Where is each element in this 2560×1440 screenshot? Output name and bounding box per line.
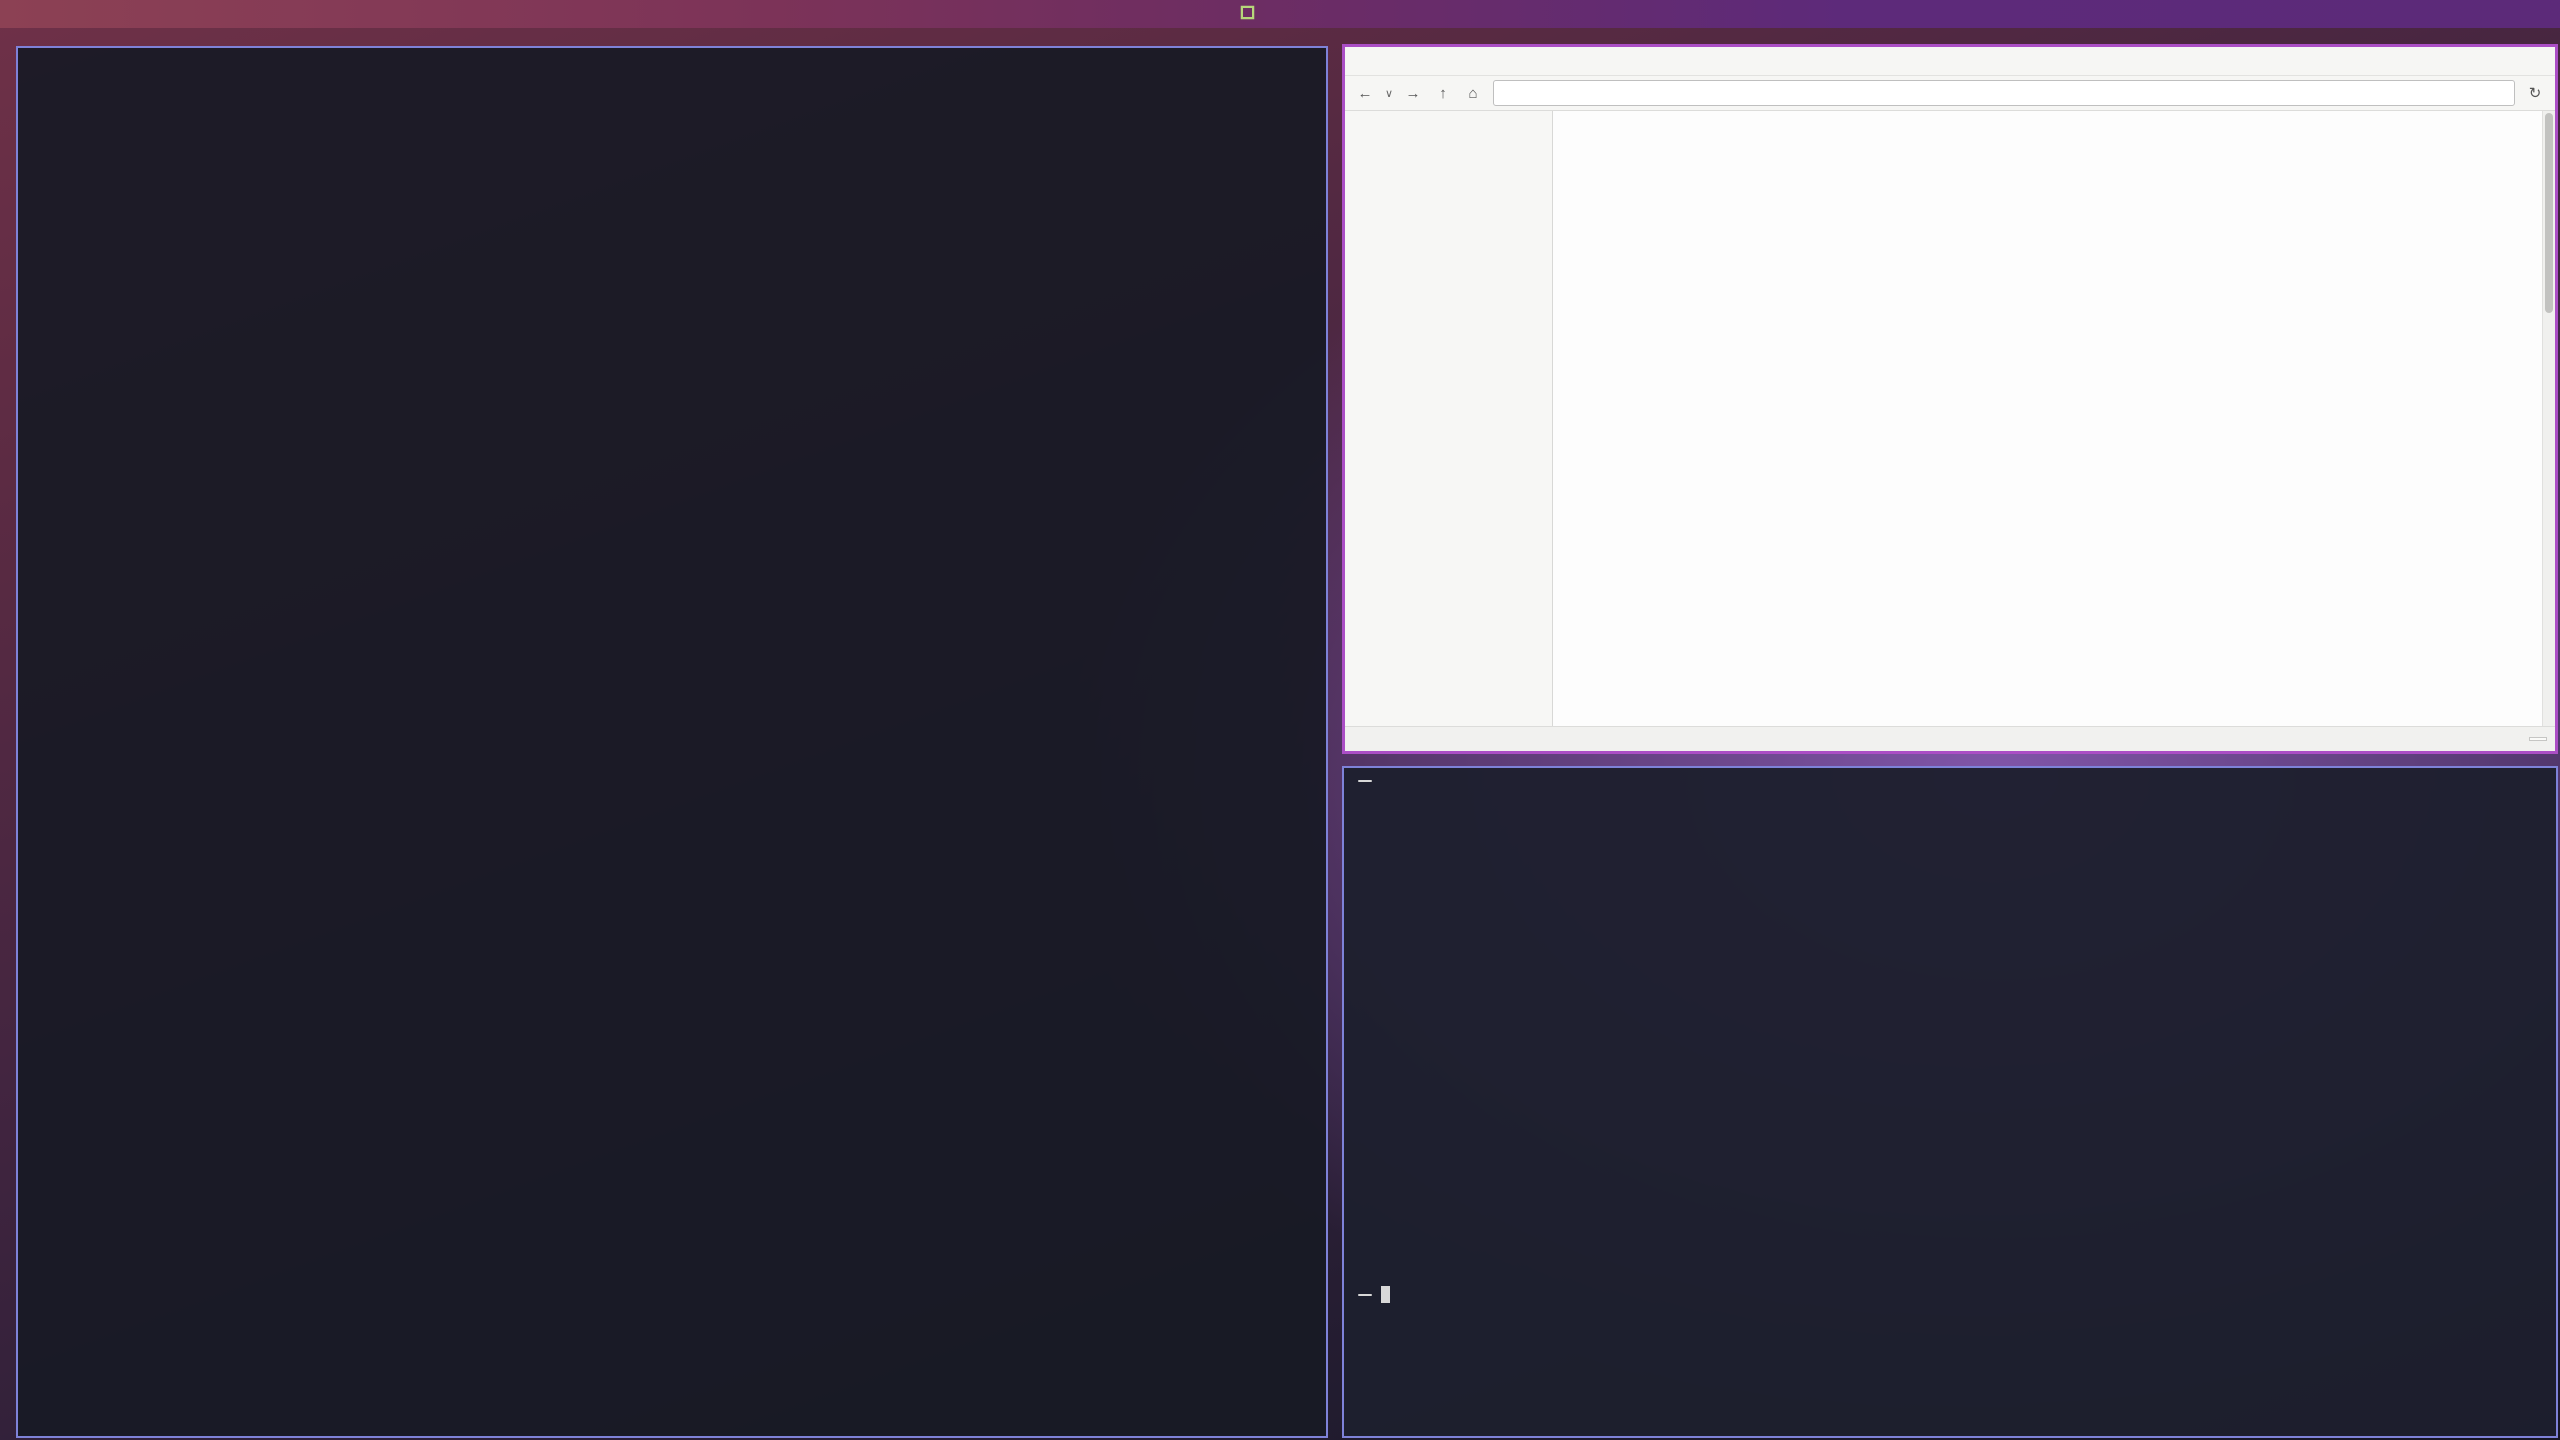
cursor-block (1381, 1286, 1390, 1303)
terminal-window-updatepkg[interactable] (16, 46, 1328, 1438)
reload-button[interactable]: ↻ (2521, 80, 2549, 106)
sidebar (1345, 111, 1553, 726)
prompt-line-1 (1358, 780, 1381, 782)
prompt-cwd-chip (1358, 1294, 1372, 1296)
free-space (2529, 737, 2547, 741)
forward-button[interactable]: → (1399, 80, 1427, 106)
prompt-cwd-chip (1358, 780, 1372, 782)
file-grid-area (1553, 111, 2555, 726)
window-chip-icon (1240, 5, 1255, 24)
menubar (1345, 47, 2555, 76)
scrollbar[interactable] (2542, 111, 2555, 726)
focused-window-title (1240, 0, 1263, 28)
home-button[interactable]: ⌂ (1459, 80, 1487, 106)
history-dropdown[interactable]: ∨ (1381, 80, 1397, 106)
top-bar (0, 0, 2560, 28)
prompt-line-2 (1358, 1286, 1390, 1303)
up-button[interactable]: ↑ (1429, 80, 1457, 106)
toolbar: ← ∨ → ↑ ⌂ ↻ (1345, 76, 2555, 111)
pcmanfm-window[interactable]: ← ∨ → ↑ ⌂ ↻ (1342, 44, 2558, 754)
path-input[interactable] (1493, 80, 2515, 106)
scrollbar-thumb[interactable] (2545, 113, 2553, 313)
statusbar (1345, 726, 2555, 751)
back-button[interactable]: ← (1351, 80, 1379, 106)
terminal-window-neofetch[interactable] (1342, 766, 2558, 1438)
